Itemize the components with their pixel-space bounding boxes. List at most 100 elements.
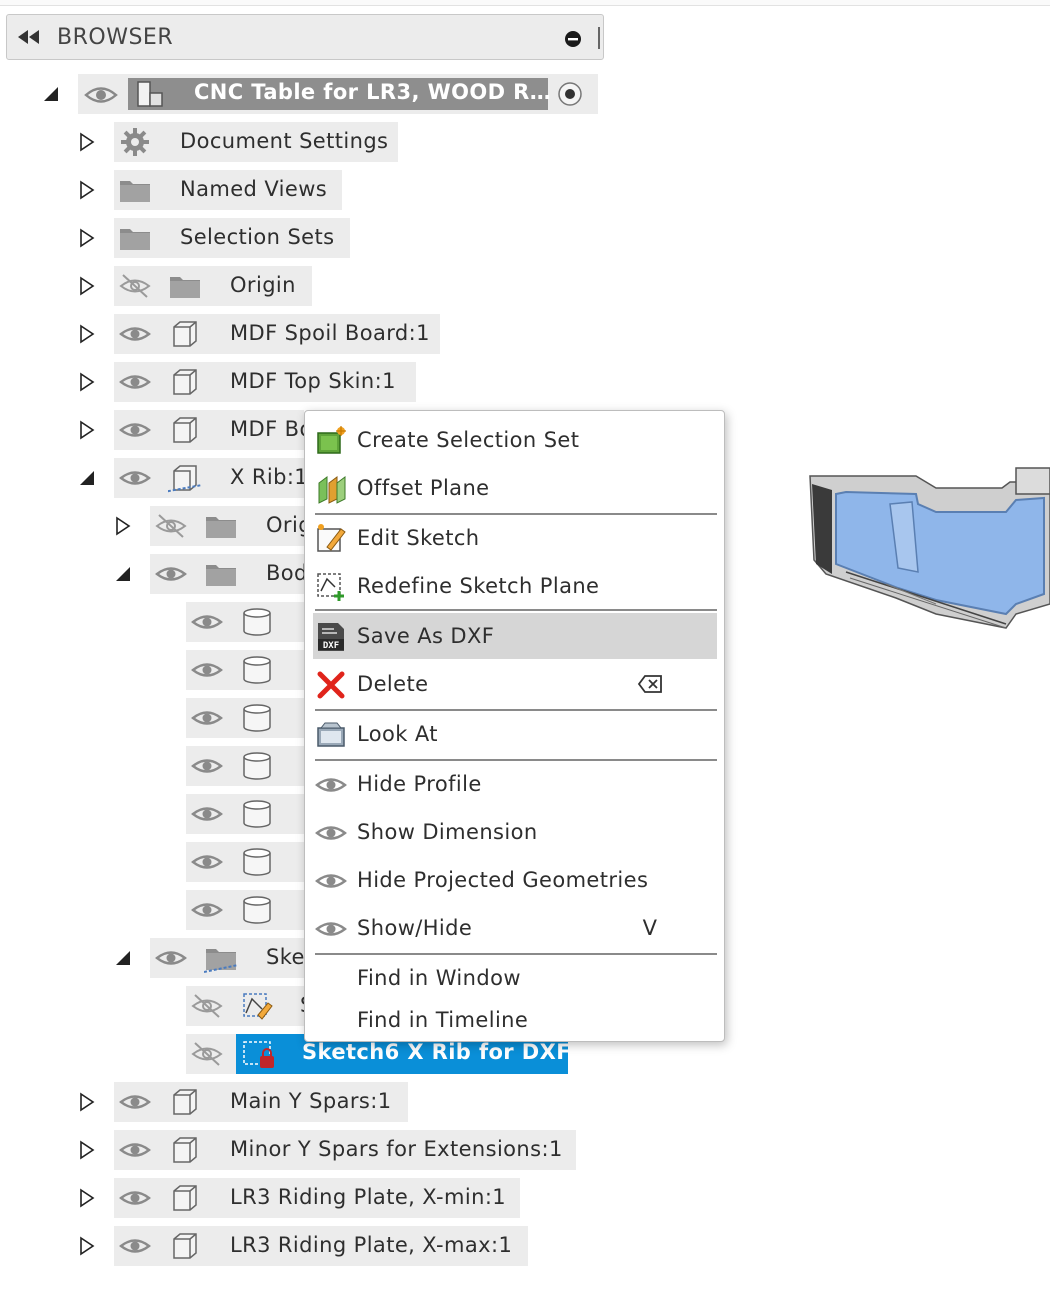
collapse-triangle-icon[interactable] [114, 564, 132, 584]
menu-item-redefine-sketch-plane[interactable]: Redefine Sketch Plane [313, 563, 717, 609]
gear-icon [118, 127, 152, 157]
minimize-panel-icon[interactable] [564, 30, 582, 48]
panel-resize-handle[interactable] [598, 27, 603, 49]
tree-row-label: MDF Top Skin:1 [230, 369, 396, 393]
expand-triangle-icon[interactable] [78, 372, 96, 392]
menu-separator [315, 759, 717, 761]
expand-triangle-icon[interactable] [78, 1188, 96, 1208]
activate-radio-icon[interactable] [556, 79, 590, 109]
root-document-title[interactable]: CNC Table for LR3, WOOD R… [128, 78, 552, 110]
solid-body-icon [240, 895, 274, 925]
eye-icon[interactable] [118, 367, 152, 397]
eye-icon[interactable] [190, 607, 224, 637]
dxf-icon: DXF [315, 621, 347, 653]
eye-hidden-icon[interactable] [190, 1039, 224, 1069]
eye-icon[interactable] [190, 751, 224, 781]
collapse-triangle-icon[interactable] [114, 948, 132, 968]
body-icon [168, 1135, 202, 1165]
tree-row-label: Selection Sets [180, 225, 335, 249]
expand-triangle-icon[interactable] [78, 1140, 96, 1160]
eye-icon [315, 769, 347, 801]
expand-triangle-icon[interactable] [78, 420, 96, 440]
expand-triangle-icon[interactable] [114, 516, 132, 536]
eye-icon[interactable] [154, 559, 188, 589]
collapse-panel-icon[interactable] [17, 27, 41, 47]
menu-item-label: Hide Profile [357, 772, 482, 796]
menu-item-label: Show/Hide [357, 916, 473, 940]
solid-body-icon [240, 799, 274, 829]
menu-item-label: Save As DXF [357, 624, 495, 648]
body-icon [168, 319, 202, 349]
eye-icon[interactable] [118, 1183, 152, 1213]
eye-hidden-icon[interactable] [154, 511, 188, 541]
eye-icon[interactable] [118, 463, 152, 493]
folder-icon [168, 271, 202, 301]
eye-icon[interactable] [154, 943, 188, 973]
expand-triangle-icon[interactable] [78, 276, 96, 296]
folder-icon [118, 175, 152, 205]
eye-icon[interactable] [118, 1087, 152, 1117]
delete-icon [315, 669, 347, 701]
body-icon [168, 1183, 202, 1213]
body-icon [168, 367, 202, 397]
create-selection-set-icon [315, 425, 347, 457]
menu-item-save-as-dxf[interactable]: DXF Save As DXF [313, 613, 717, 659]
eye-icon[interactable] [118, 1231, 152, 1261]
menu-item-find-in-window[interactable]: Find in Window [313, 955, 717, 1001]
menu-item-show-hide[interactable]: Show/Hide V [313, 905, 717, 951]
redefine-sketch-plane-icon [315, 571, 347, 603]
menu-item-find-in-timeline[interactable]: Find in Timeline [313, 997, 717, 1043]
tree-row-label: MDF Spoil Board:1 [230, 321, 430, 345]
menu-item-offset-plane[interactable]: Offset Plane [313, 465, 717, 511]
root-label: CNC Table for LR3, WOOD R… [194, 80, 552, 104]
solid-body-icon [240, 703, 274, 733]
selected-sketch-label: Sketch6 X Rib for DXF [302, 1040, 571, 1064]
menu-item-edit-sketch[interactable]: Edit Sketch [313, 515, 717, 561]
eye-icon [315, 913, 347, 945]
eye-icon[interactable] [190, 895, 224, 925]
expand-triangle-icon[interactable] [78, 228, 96, 248]
menu-item-label: Look At [357, 722, 438, 746]
solid-body-icon [240, 607, 274, 637]
menu-item-label: Delete [357, 672, 429, 696]
expand-triangle-icon[interactable] [78, 132, 96, 152]
body-icon [168, 1087, 202, 1117]
collapse-triangle-icon[interactable] [42, 84, 60, 104]
eye-hidden-icon[interactable] [190, 991, 224, 1021]
eye-icon[interactable] [190, 655, 224, 685]
tree-row-label: LR3 Riding Plate, X-min:1 [230, 1185, 507, 1209]
menu-item-hide-profile[interactable]: Hide Profile [313, 761, 717, 807]
eye-icon[interactable] [118, 1135, 152, 1165]
expand-triangle-icon[interactable] [78, 324, 96, 344]
menu-item-create-selection-set[interactable]: Create Selection Set [313, 417, 717, 463]
eye-icon[interactable] [190, 703, 224, 733]
menu-separator [315, 609, 717, 611]
collapse-triangle-icon[interactable] [78, 468, 96, 488]
menu-item-label: Hide Projected Geometries [357, 868, 649, 892]
eye-icon[interactable] [118, 415, 152, 445]
menu-item-label: Create Selection Set [357, 428, 580, 452]
eye-icon[interactable] [84, 80, 118, 110]
tree-row-label: Origin [230, 273, 296, 297]
menu-item-label: Find in Timeline [357, 1008, 529, 1032]
expand-triangle-icon[interactable] [78, 180, 96, 200]
eye-icon[interactable] [190, 847, 224, 877]
expand-triangle-icon[interactable] [78, 1236, 96, 1256]
solid-body-icon [240, 751, 274, 781]
menu-item-look-at[interactable]: Look At [313, 711, 717, 757]
expand-triangle-icon[interactable] [78, 1092, 96, 1112]
eye-icon[interactable] [190, 799, 224, 829]
tree-row-label: Document Settings [180, 129, 389, 153]
tree-row-label: Bod [266, 561, 308, 585]
menu-item-delete[interactable]: Delete [313, 661, 717, 707]
context-menu: Create Selection Set Offset Plane Edit Ske… [304, 410, 725, 1042]
offset-plane-icon [315, 473, 347, 505]
eye-icon[interactable] [118, 319, 152, 349]
menu-separator [315, 953, 717, 955]
menu-item-hide-projected-geometries[interactable]: Hide Projected Geometries [313, 857, 717, 903]
shortcut-label: V [642, 916, 657, 940]
eye-hidden-icon[interactable] [118, 271, 152, 301]
menu-item-show-dimension[interactable]: Show Dimension [313, 809, 717, 855]
body-icon [157, 463, 203, 494]
folder-icon [118, 223, 152, 253]
